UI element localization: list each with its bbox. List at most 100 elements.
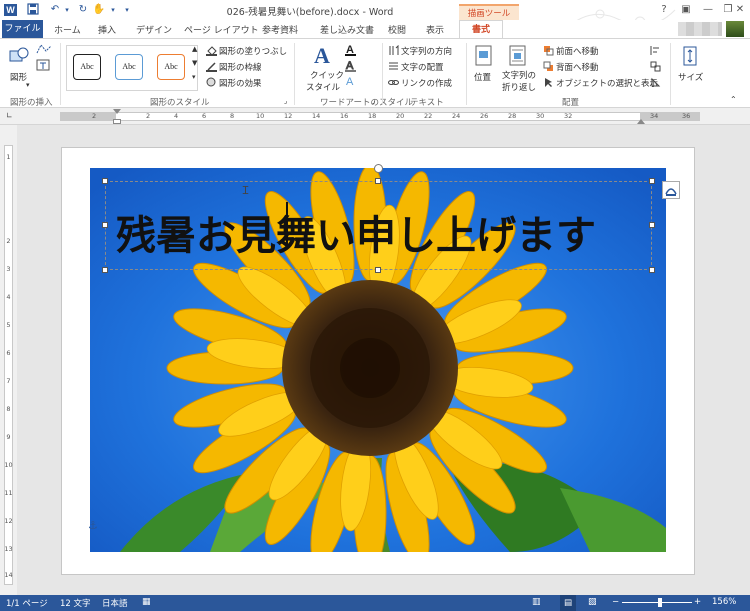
wordart-launcher-icon[interactable]: ⌟ xyxy=(372,97,375,105)
style-swatch-orange[interactable]: Abc xyxy=(157,54,185,80)
shape-style-gallery[interactable]: Abc Abc Abc xyxy=(66,45,198,91)
text-effects-icon[interactable]: A xyxy=(344,75,362,91)
resize-handle-bottom-right[interactable] xyxy=(649,267,655,273)
tab-home[interactable]: ホーム xyxy=(54,23,81,36)
title-bar: W ↶ ▾ ↻ ✋ ▾ ▾ 026-残暑見舞い(before).docx - W… xyxy=(0,0,750,34)
tab-file[interactable]: ファイル xyxy=(2,20,43,38)
status-bar: 1/1 ページ 12 文字 日本語 ▦ ▥ ▤ ▧ − + 156% xyxy=(0,595,750,611)
web-layout-icon[interactable]: ▧ xyxy=(588,597,597,607)
drawing-tools-label: 描画ツール xyxy=(459,4,519,20)
shape-styles-launcher-icon[interactable]: ⌟ xyxy=(284,97,287,105)
text-outline-icon[interactable]: A xyxy=(344,59,362,75)
anchor-icon[interactable]: ⚓ xyxy=(88,519,98,532)
shapes-dropdown-icon[interactable]: ▾ xyxy=(26,81,30,89)
zoom-slider[interactable] xyxy=(622,602,692,603)
zoom-slider-thumb[interactable] xyxy=(658,598,662,607)
first-line-indent-marker[interactable] xyxy=(113,109,121,114)
shape-fill-button[interactable]: 図形の塗りつぶし xyxy=(219,45,287,57)
language-indicator[interactable]: 日本語 xyxy=(102,597,128,609)
tab-view[interactable]: 表示 xyxy=(426,23,444,36)
wrap-text-label-2[interactable]: 折り返し xyxy=(502,81,536,93)
resize-handle-right[interactable] xyxy=(649,222,655,228)
layout-options-icon[interactable] xyxy=(662,181,680,199)
align-icon[interactable] xyxy=(650,45,661,56)
close-icon[interactable]: ✕ xyxy=(730,0,750,20)
headline-text[interactable]: 残暑お見舞い申し上げます xyxy=(116,203,596,261)
selection-pane-button[interactable]: オブジェクトの選択と表示 xyxy=(556,77,658,89)
text-fill-icon[interactable]: A xyxy=(344,43,362,59)
word-count[interactable]: 12 文字 xyxy=(60,597,91,609)
resize-handle-top[interactable] xyxy=(375,178,381,184)
resize-handle-top-left[interactable] xyxy=(102,178,108,184)
gallery-up-icon[interactable]: ▲ xyxy=(192,45,197,53)
edit-shape-icon[interactable] xyxy=(36,43,52,58)
tab-page-layout[interactable]: ページ レイアウト xyxy=(184,23,259,36)
shape-effects-button[interactable]: 図形の効果 xyxy=(219,77,262,89)
group-label-insert-shapes: 図形の挿入 xyxy=(10,98,53,108)
align-text-button[interactable]: 文字の配置 xyxy=(401,61,444,73)
read-mode-icon[interactable]: ▥ xyxy=(532,597,541,607)
group-label-arrange: 配置 xyxy=(562,98,580,108)
text-direction-icon xyxy=(388,44,399,56)
left-indent-marker[interactable] xyxy=(113,119,121,124)
svg-text:A: A xyxy=(314,43,330,67)
ribbon: 図形 ▾ 図形の挿入 Abc Abc Abc ▲ ▼ ▾ 図形の塗りつぶし 図形… xyxy=(0,38,750,108)
style-swatch-black[interactable]: Abc xyxy=(73,54,101,80)
avatar[interactable] xyxy=(726,21,744,37)
text-box-icon[interactable] xyxy=(36,59,50,74)
shape-effects-icon xyxy=(206,77,217,88)
tab-insert[interactable]: 挿入 xyxy=(98,23,116,36)
position-button[interactable]: 位置 xyxy=(474,71,491,83)
size-icon[interactable] xyxy=(680,45,700,70)
document-title: 026-残暑見舞い(before).docx - Word xyxy=(226,7,394,18)
rotate-icon[interactable] xyxy=(650,77,661,88)
help-icon[interactable]: ? xyxy=(652,0,676,20)
shapes-button-label[interactable]: 図形 xyxy=(10,71,27,83)
align-text-icon xyxy=(388,61,399,72)
create-link-button[interactable]: リンクの作成 xyxy=(401,77,452,89)
bring-forward-icon xyxy=(543,45,554,56)
resize-handle-top-right[interactable] xyxy=(649,178,655,184)
style-swatch-blue[interactable]: Abc xyxy=(115,54,143,80)
tab-review[interactable]: 校閲 xyxy=(388,23,406,36)
send-backward-button[interactable]: 背面へ移動 xyxy=(556,61,599,73)
ribbon-tabs: ファイル ホーム 挿入 デザイン ページ レイアウト 参考資料 差し込み文書 校… xyxy=(0,20,750,38)
ribbon-display-icon[interactable]: ▣ xyxy=(674,0,698,20)
resize-handle-bottom-left[interactable] xyxy=(102,267,108,273)
gallery-more-icon[interactable]: ▾ xyxy=(192,73,196,81)
text-direction-button[interactable]: 文字列の方向 xyxy=(401,45,452,57)
size-button[interactable]: サイズ xyxy=(678,71,703,83)
resize-handle-left[interactable] xyxy=(102,222,108,228)
position-icon[interactable] xyxy=(474,45,494,70)
quick-styles-label-2[interactable]: スタイル xyxy=(306,81,340,93)
shape-outline-button[interactable]: 図形の枠線 xyxy=(219,61,262,73)
zoom-in-button[interactable]: + xyxy=(694,597,701,607)
tab-selector-icon[interactable]: ∟ xyxy=(6,111,13,120)
shape-outline-icon xyxy=(206,61,217,72)
wrap-text-icon[interactable] xyxy=(508,45,528,70)
tab-format[interactable]: 書式 xyxy=(459,20,503,38)
horizontal-ruler[interactable]: ∟ 2 2 4 6 8 10 12 14 16 18 20 22 24 26 2… xyxy=(0,108,750,125)
shapes-icon[interactable] xyxy=(8,45,30,70)
collapse-ribbon-icon[interactable]: ⌃ xyxy=(730,95,737,104)
vertical-ruler[interactable]: 1 2 3 4 5 6 7 8 9 10 11 12 13 14 xyxy=(0,125,17,595)
right-indent-marker[interactable] xyxy=(637,119,645,124)
macro-icon[interactable]: ▦ xyxy=(142,597,151,607)
quick-styles-icon[interactable]: A xyxy=(312,43,334,70)
group-icon[interactable] xyxy=(650,61,661,72)
print-layout-icon[interactable]: ▤ xyxy=(560,595,576,611)
gallery-down-icon[interactable]: ▼ xyxy=(192,59,197,67)
group-label-wordart-styles: ワードアートのスタイル xyxy=(320,98,413,108)
tab-mailings[interactable]: 差し込み文書 xyxy=(320,23,374,36)
page-indicator[interactable]: 1/1 ページ xyxy=(6,597,48,609)
bring-forward-button[interactable]: 前面へ移動 xyxy=(556,45,599,57)
user-name[interactable] xyxy=(678,22,722,36)
quick-styles-label-1[interactable]: クイック xyxy=(310,69,344,81)
zoom-level[interactable]: 156% xyxy=(712,597,736,607)
resize-handle-bottom[interactable] xyxy=(375,267,381,273)
tab-design[interactable]: デザイン xyxy=(136,23,172,36)
wrap-text-label-1[interactable]: 文字列の xyxy=(502,69,536,81)
tab-references[interactable]: 参考資料 xyxy=(262,23,298,36)
rotate-handle-icon[interactable] xyxy=(374,164,383,173)
zoom-out-button[interactable]: − xyxy=(612,597,619,607)
